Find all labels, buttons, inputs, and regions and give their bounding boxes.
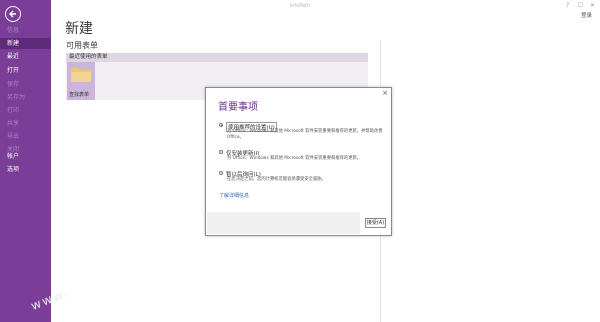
- first-things-first-dialog: × 首要事项 使用推荐的设置(U) 为 Office、Windows 和其他 M…: [205, 87, 392, 236]
- sidebar-item-recent[interactable]: 最近: [0, 51, 51, 62]
- radio-ask-later[interactable]: [219, 171, 223, 175]
- option-description: 在您决定之前，您的计算机可能容易遭受安全威胁。: [227, 177, 326, 182]
- learn-more-link[interactable]: 了解详细信息: [219, 192, 249, 199]
- find-form-tile[interactable]: 查找表单: [67, 62, 95, 100]
- sidebar-item-print[interactable]: 打印: [0, 105, 51, 116]
- option-description: 为 Office、Windows 和其他 Microsoft 软件安装重要和推荐…: [227, 156, 362, 161]
- dialog-title: 首要事项: [218, 102, 258, 113]
- restore-button[interactable]: ☐: [578, 2, 583, 9]
- option-description: 为 Office、Windows 和其他 Microsoft 软件安装重要和推荐…: [227, 129, 383, 140]
- section-title: 可用表单: [66, 41, 98, 50]
- accept-button[interactable]: 接受(A): [365, 218, 386, 228]
- panel-header: 最近使用的表单: [66, 53, 368, 62]
- sidebar-item-share[interactable]: 共享: [0, 118, 51, 129]
- sidebar-item-export[interactable]: 导出: [0, 131, 51, 142]
- radio-updates-only[interactable]: [219, 150, 223, 154]
- back-arrow-icon: [9, 10, 16, 18]
- sidebar-item-info[interactable]: 信息: [0, 25, 51, 36]
- close-window-button[interactable]: ✕: [590, 2, 595, 9]
- dialog-footer: [207, 212, 360, 234]
- window-title: InfoPath: [289, 3, 311, 9]
- sidebar-item-account[interactable]: 帐户: [0, 151, 51, 162]
- sidebar-item-open[interactable]: 打开: [0, 65, 51, 76]
- sidebar-item-save-as[interactable]: 另存为: [0, 92, 51, 103]
- sign-in-link[interactable]: 登录: [581, 11, 592, 19]
- page-title: 新建: [65, 21, 93, 37]
- sidebar-item-options[interactable]: 选项: [0, 164, 51, 175]
- minimize-button[interactable]: ?: [566, 2, 569, 9]
- backstage-sidebar: 信息 新建 最近 打开 保存 另存为 打印 共享 导出 关闭 帐户 选项: [0, 0, 51, 322]
- folder-icon: [71, 68, 91, 82]
- sidebar-item-save[interactable]: 保存: [0, 79, 51, 90]
- tile-label: 查找表单: [69, 92, 90, 98]
- sidebar-item-new[interactable]: 新建: [0, 38, 51, 49]
- dialog-close-button[interactable]: ×: [382, 89, 388, 97]
- radio-recommended[interactable]: [219, 123, 223, 127]
